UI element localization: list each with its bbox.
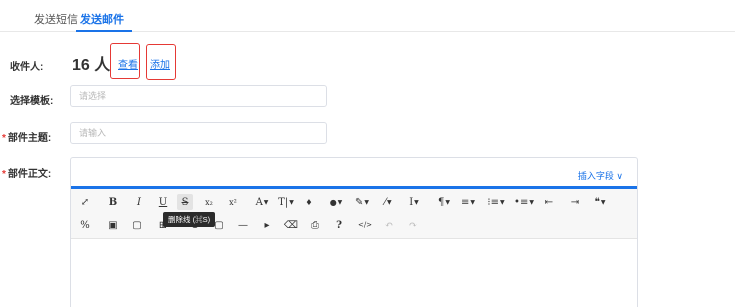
undo-icon[interactable]: ↶ xyxy=(381,217,397,233)
template-label: 选择模板: xyxy=(10,96,54,107)
subject-field[interactable] xyxy=(70,122,327,144)
font-size-button[interactable]: T| ▼ xyxy=(275,194,297,210)
paint-button[interactable]: ✎ ▼ xyxy=(351,194,373,210)
paragraph-button[interactable]: ¶ ▼ xyxy=(433,194,455,210)
insert-field-dropdown[interactable]: 插入字段 ∨ xyxy=(578,169,623,182)
strikethrough-button[interactable]: S xyxy=(177,194,193,210)
subscript-button[interactable]: x₂ xyxy=(201,194,217,210)
background-color-button[interactable]: ● ▼ xyxy=(325,194,347,210)
bullet-list-button[interactable]: •≡ ▼ xyxy=(513,194,535,210)
recipients-label: 收件人: xyxy=(10,62,44,73)
image-icon[interactable]: ▣ xyxy=(105,217,121,233)
template-select[interactable] xyxy=(70,85,327,107)
fullscreen-icon[interactable]: ⤢ xyxy=(77,194,93,210)
font-color-button[interactable]: A ▼ xyxy=(251,194,273,210)
help-icon[interactable]: ? xyxy=(331,217,347,233)
subject-label-row: * 部件主题: xyxy=(2,129,51,144)
template-select-input[interactable] xyxy=(71,86,326,106)
tab-bar: 发送短信 发送邮件 xyxy=(0,0,735,32)
required-mark: * xyxy=(2,133,6,144)
select-cursor-icon[interactable]: ▸ xyxy=(259,217,275,233)
italic-button[interactable]: I xyxy=(131,194,147,210)
ordered-list-icon: ⁝≡ xyxy=(487,196,499,208)
horizontal-rule-icon[interactable]: — xyxy=(235,217,251,233)
body-label-row: * 部件正文: xyxy=(2,165,51,180)
superscript-button[interactable]: x² xyxy=(225,194,241,210)
font-size-icon: T| xyxy=(278,196,289,208)
underline-button[interactable]: U xyxy=(155,194,171,210)
active-tab-indicator xyxy=(76,30,132,32)
tab-send-email[interactable]: 发送邮件 xyxy=(80,11,124,27)
eraser-icon[interactable]: ⌫ xyxy=(283,217,299,233)
subject-input[interactable] xyxy=(71,123,326,143)
font-color-icon: A xyxy=(255,196,263,208)
view-recipients-link[interactable]: 查看 xyxy=(118,56,138,71)
brush-icon: ⁄ xyxy=(384,196,387,208)
paint-brush-icon: ✎ xyxy=(354,196,364,208)
tab-send-sms[interactable]: 发送短信 xyxy=(34,11,78,27)
line-height-icon: I xyxy=(409,196,414,208)
redo-icon[interactable]: ↷ xyxy=(405,217,421,233)
quote-button[interactable]: ❝ ▼ xyxy=(589,194,611,210)
editor-toolbar: ⤢ B I U S x₂ x² A ▼ T| ▼ ♦ ● ▼ ✎ ▼ ⁄ ▼ I ▼ ¶ ▼ … xyxy=(71,189,637,239)
code-icon[interactable]: </> xyxy=(355,217,375,233)
file-icon[interactable]: ▢ xyxy=(129,217,145,233)
required-mark: * xyxy=(2,169,6,180)
clear-style-button[interactable]: ⁄ ▼ xyxy=(377,194,399,210)
recipient-count: 16 人 xyxy=(72,57,111,74)
ordered-list-button[interactable]: ⁝≡ ▼ xyxy=(485,194,507,210)
bullet-list-icon: •≡ xyxy=(514,196,529,208)
link-icon[interactable]: % xyxy=(77,217,93,233)
add-recipients-link[interactable]: 添加 xyxy=(150,56,170,71)
print-icon[interactable]: ⎙ xyxy=(307,217,323,233)
editor-content-area[interactable] xyxy=(71,240,637,307)
quote-icon: ❝ xyxy=(594,196,600,208)
paragraph-icon: ¶ xyxy=(438,196,445,208)
align-icon: ≡ xyxy=(460,196,470,208)
body-label: 部件正文: xyxy=(7,169,52,180)
indent-button[interactable]: ⇥ xyxy=(567,194,583,210)
align-button[interactable]: ≡ ▼ xyxy=(457,194,479,210)
bold-button[interactable]: B xyxy=(105,194,121,210)
outdent-button[interactable]: ⇤ xyxy=(541,194,557,210)
strikethrough-tooltip: 删除线 (⌘S) xyxy=(163,212,216,227)
line-height-button[interactable]: I ▼ xyxy=(403,194,425,210)
rich-text-editor[interactable]: 插入字段 ∨ ⤢ B I U S x₂ x² A ▼ T| ▼ ♦ ● ▼ ✎ ▼ ⁄ ▼… xyxy=(70,157,638,307)
subject-label: 部件主题: xyxy=(7,133,52,144)
ink-icon[interactable]: ♦ xyxy=(301,194,317,210)
highlight-icon: ● xyxy=(329,197,337,207)
